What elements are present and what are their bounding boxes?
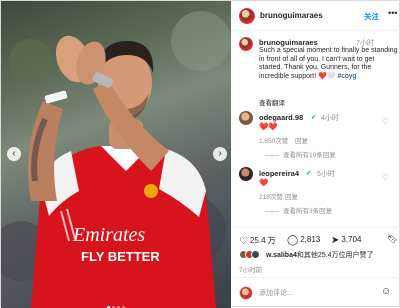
view-replies-link[interactable]: 查看所有10条回复: [265, 149, 336, 159]
comment: leopereira4 ✔ 5小时 ❤️ ♡ 218次赞 回复 查看所有3条回复: [239, 167, 397, 215]
like-count[interactable]: 25.4 万: [250, 236, 276, 245]
carousel-dots: [1, 296, 231, 308]
header-username[interactable]: brunoguimaraes: [260, 11, 323, 20]
more-dots-icon[interactable]: •••: [388, 8, 397, 18]
comment-likes[interactable]: 218次赞: [259, 191, 283, 201]
comment-username[interactable]: leopereira4: [259, 169, 299, 178]
bookmark-icon[interactable]: 🔖︎: [387, 234, 398, 245]
comment-username[interactable]: odegaard.98: [259, 113, 303, 122]
instagram-post: Emirates FLY BETTER ‹ › brunoguimaraes 关…: [0, 0, 400, 308]
add-comment-bar: ☺: [231, 277, 400, 308]
player-photo: Emirates FLY BETTER: [1, 11, 231, 308]
heart-icon[interactable]: ♡: [382, 117, 389, 126]
avatar[interactable]: [239, 37, 253, 51]
chevron-left-icon[interactable]: ‹: [7, 147, 21, 161]
verified-badge-icon: ✔: [306, 170, 312, 177]
comment-input[interactable]: [259, 287, 369, 299]
comment-icon[interactable]: ◯: [287, 235, 298, 246]
post-photo[interactable]: Emirates FLY BETTER ‹ ›: [1, 1, 231, 308]
comment: odegaard.98 ✔ 4小时 ❤️❤️ ♡ 1,650次赞 回复 查看所有…: [239, 111, 397, 159]
avatar: [239, 286, 253, 300]
avatar[interactable]: [239, 111, 253, 125]
comment-time: 4小时: [321, 115, 339, 122]
like-stat: ♡ 25.4 万: [239, 235, 276, 247]
avatar[interactable]: [239, 8, 255, 24]
post-actions: ♡ 25.4 万 ◯ 2,813 ➤ 3,704 🔖︎ w.saliba4和其他25.…: [231, 227, 400, 275]
chevron-right-icon[interactable]: ›: [213, 147, 227, 161]
follow-button[interactable]: 关注: [364, 11, 379, 22]
reply-button[interactable]: 回复: [295, 135, 308, 145]
comment-time: 5小时: [317, 171, 335, 178]
liked-by-text[interactable]: w.saliba4和其他25.4万位用户赞了: [266, 250, 374, 260]
post-header: brunoguimaraes 关注 •••: [231, 1, 400, 31]
comment-count[interactable]: 2,813: [300, 235, 320, 244]
caption-body: Such a special moment to finally be stan…: [259, 47, 398, 81]
comment-body: ❤️: [259, 178, 269, 187]
post-side-panel: brunoguimaraes 关注 ••• brunoguimaraes 7小时…: [231, 1, 400, 308]
caption-username[interactable]: brunoguimaraes: [259, 38, 318, 47]
verified-badge-icon: ✔: [311, 114, 317, 121]
comment-body: ❤️❤️: [259, 122, 278, 131]
avatar[interactable]: [239, 167, 253, 181]
share-icon[interactable]: ➤: [331, 235, 339, 246]
heart-icon[interactable]: ♡: [239, 236, 248, 247]
emoji-icon[interactable]: ☺: [381, 286, 391, 297]
share-stat: ➤ 3,704: [331, 235, 361, 246]
share-count[interactable]: 3,704: [341, 235, 361, 244]
shirt-sponsor-line2: FLY BETTER: [81, 249, 160, 264]
heart-icon[interactable]: ♡: [382, 173, 389, 182]
translate-link[interactable]: 查看翻译: [259, 97, 285, 107]
liked-by-user[interactable]: w.saliba4: [266, 252, 297, 259]
comment-stat: ◯ 2,813: [287, 235, 320, 246]
avatar: [251, 250, 260, 259]
comment-likes[interactable]: 1,650次赞: [259, 135, 288, 145]
reply-button[interactable]: 回复: [285, 191, 298, 201]
post-time: 7小时前: [239, 267, 263, 274]
shirt-sponsor-line1: Emirates: [72, 224, 145, 246]
view-replies-link[interactable]: 查看所有3条回复: [265, 205, 332, 215]
liked-by-rest: 和其他25.4万位用户赞了: [296, 252, 374, 259]
caption-text: Such a special moment to finally be stan…: [259, 47, 399, 82]
caption-hashtag[interactable]: #coyg: [338, 73, 357, 80]
